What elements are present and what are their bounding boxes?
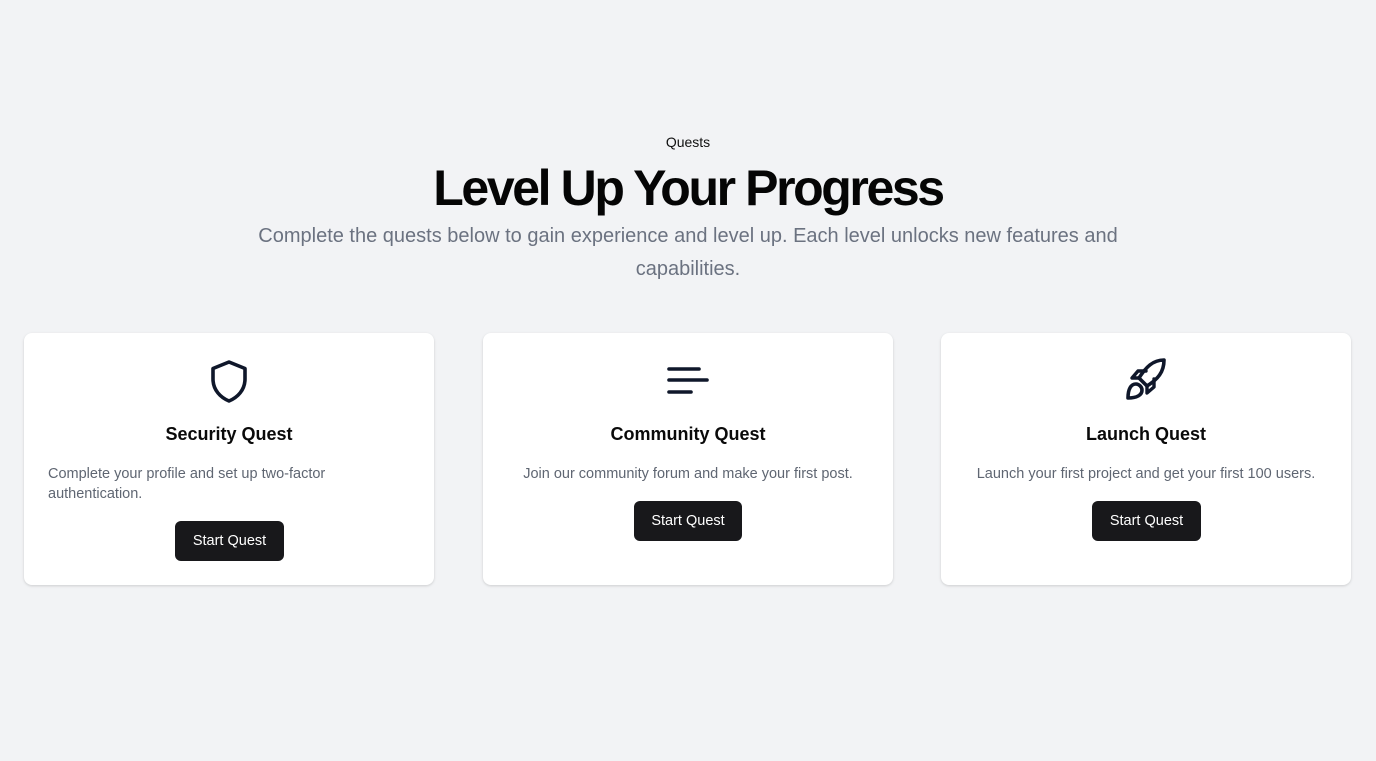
- start-quest-button[interactable]: Start Quest: [1092, 501, 1201, 541]
- rocket-icon: [1124, 357, 1168, 405]
- align-left-icon: [666, 357, 710, 405]
- shield-icon: [207, 357, 251, 405]
- quest-description: Complete your profile and set up two-fac…: [48, 466, 326, 502]
- quest-card-launch: Launch Quest Launch your first project a…: [941, 333, 1351, 585]
- quest-card-security: Security Quest Complete your profile and…: [24, 333, 434, 585]
- page-subtitle: Complete the quests below to gain experi…: [258, 225, 1118, 280]
- quest-card-community: Community Quest Join our community forum…: [483, 333, 893, 585]
- quest-title: Community Quest: [610, 424, 766, 444]
- start-quest-button[interactable]: Start Quest: [175, 521, 284, 561]
- quest-title: Security Quest: [165, 424, 293, 444]
- quest-description: Join our community forum and make your f…: [523, 466, 853, 482]
- quest-card-list: Security Quest Complete your profile and…: [24, 333, 1352, 585]
- start-quest-button[interactable]: Start Quest: [634, 501, 742, 541]
- quest-description: Launch your first project and get your f…: [976, 466, 1316, 482]
- page-title: Level Up Your Progress: [433, 160, 945, 216]
- quest-title: Launch Quest: [1085, 424, 1206, 444]
- section-eyebrow: Quests: [665, 134, 711, 150]
